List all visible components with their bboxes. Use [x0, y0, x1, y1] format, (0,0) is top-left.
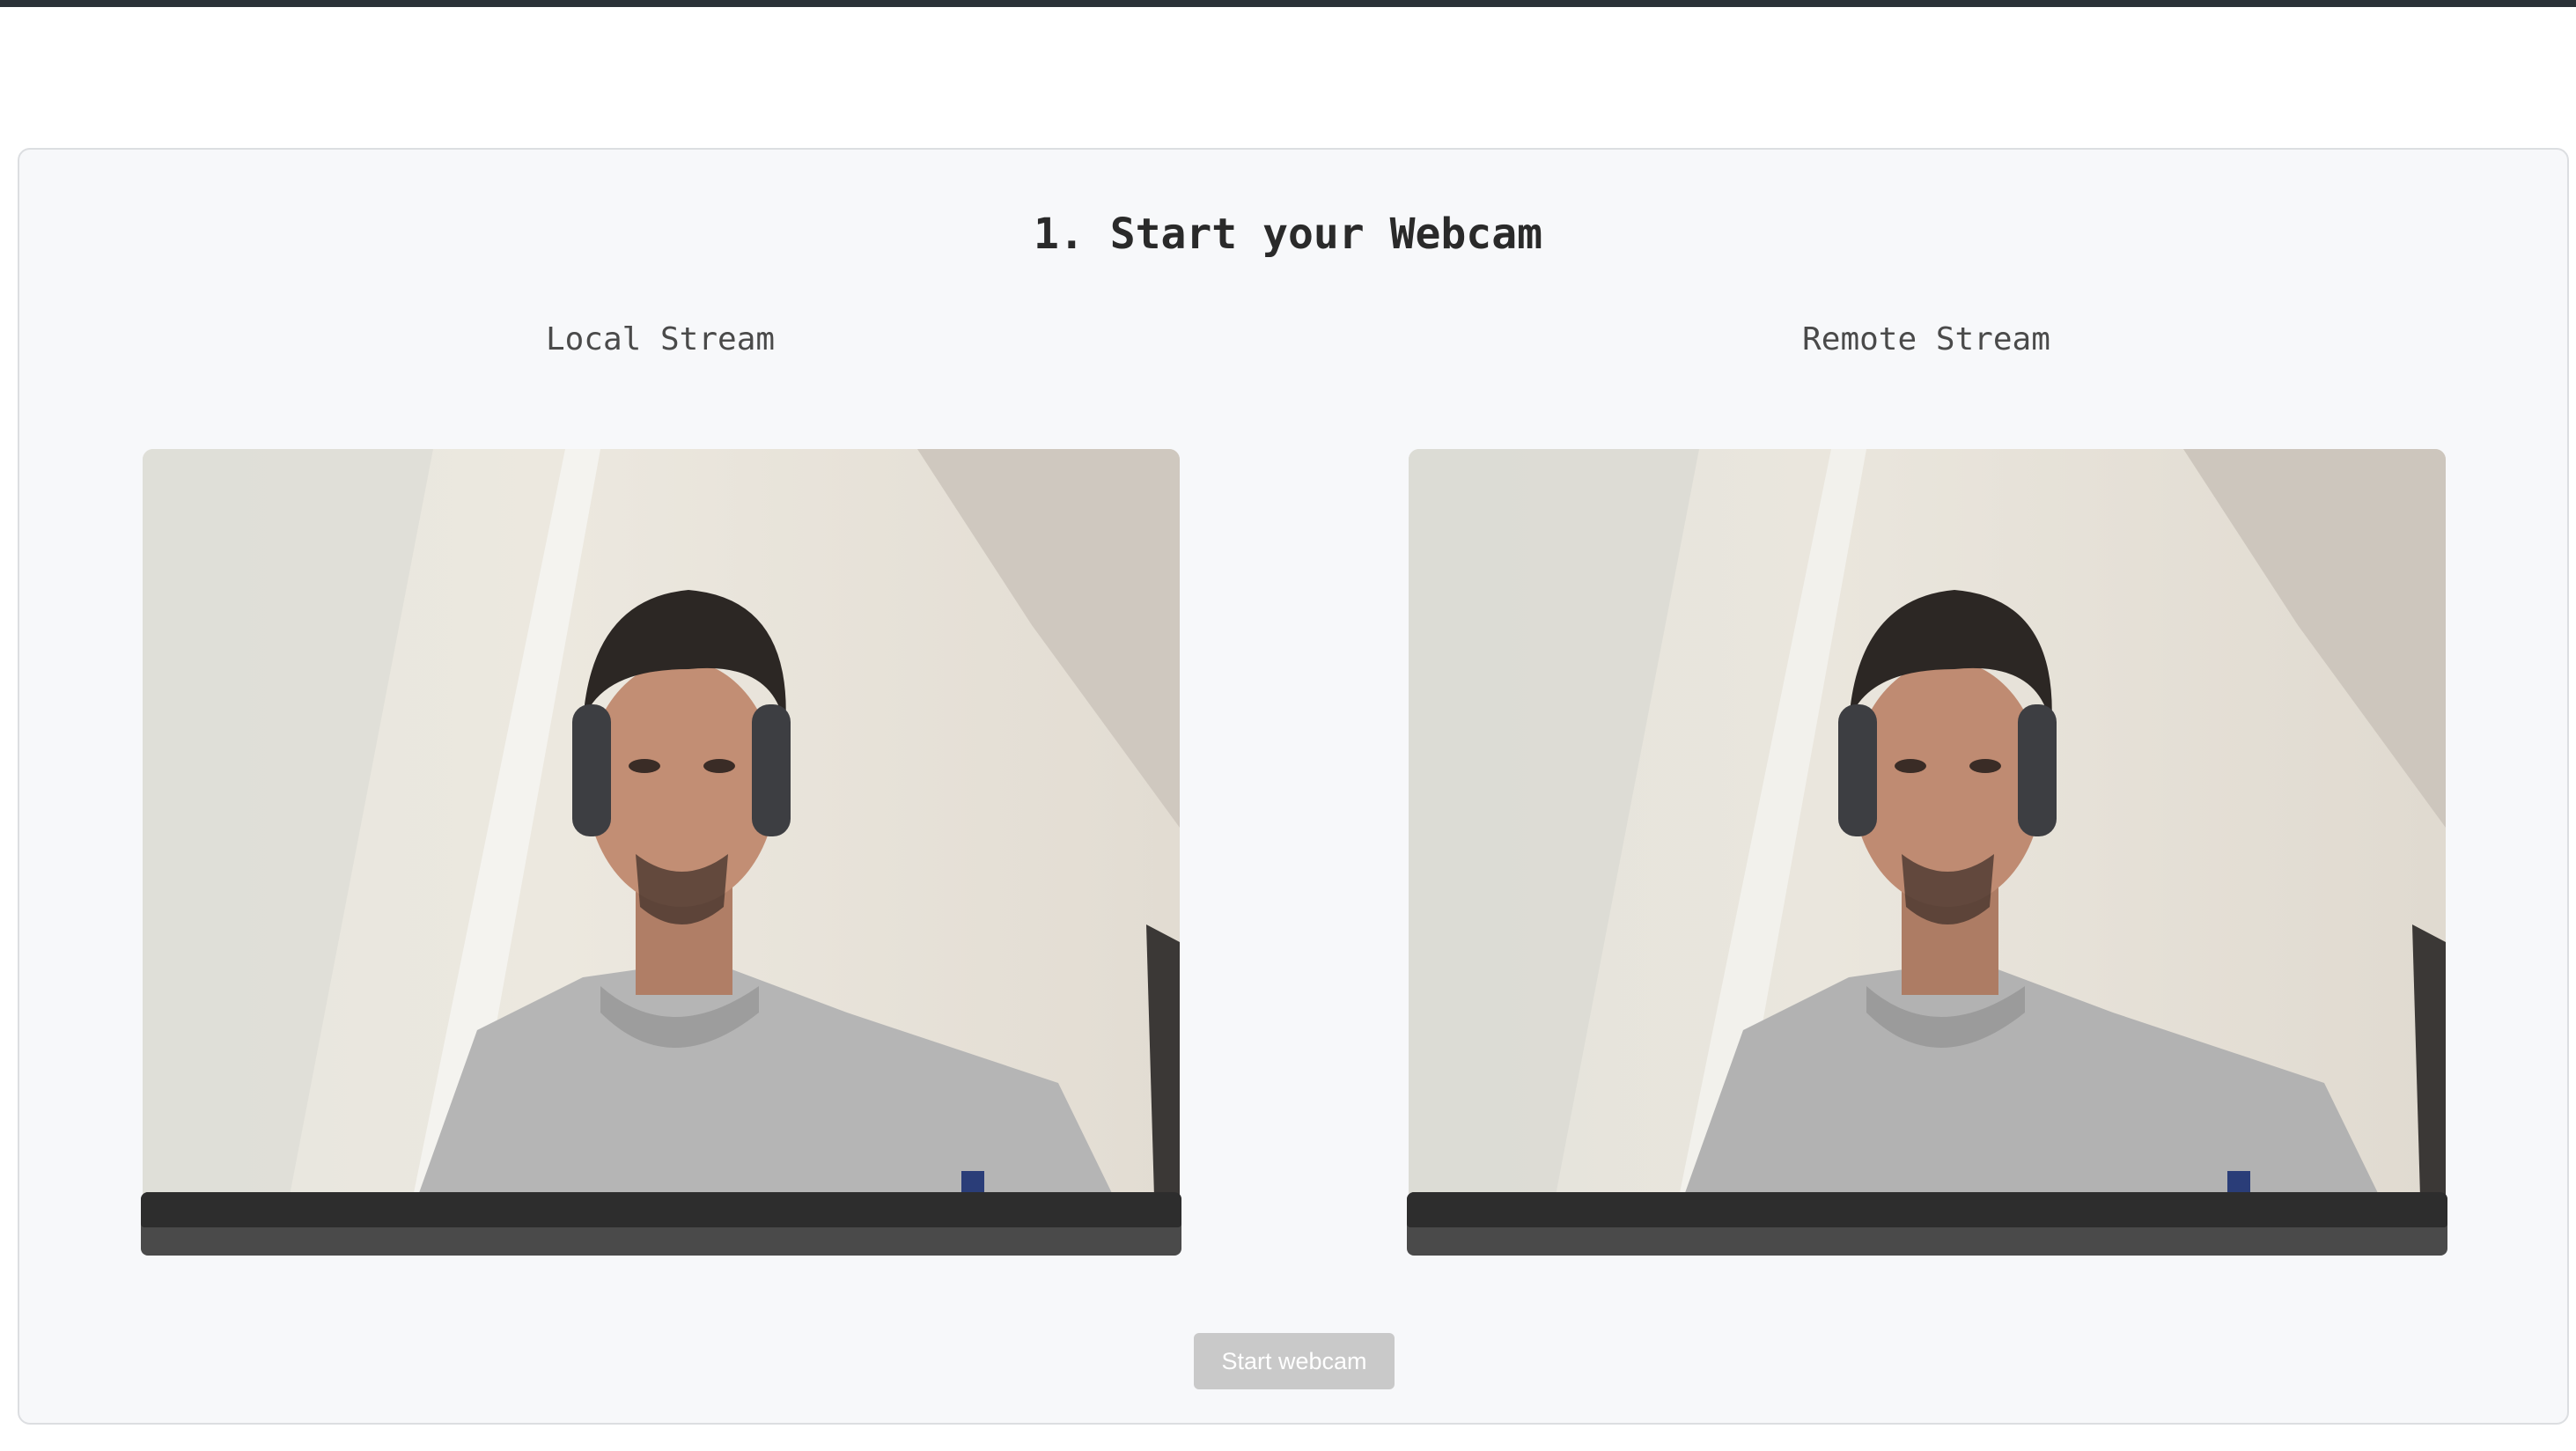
top-bar [0, 0, 2576, 7]
remote-stream-video[interactable] [1407, 449, 2447, 1256]
local-video-frame [143, 449, 1180, 1227]
remote-stream-label: Remote Stream [1802, 321, 2050, 357]
section-title: 1. Start your Webcam [1034, 210, 1542, 259]
local-stream-video[interactable] [141, 449, 1181, 1256]
remote-video-image [1409, 449, 2446, 1227]
local-video-controls[interactable] [141, 1192, 1181, 1256]
start-webcam-button[interactable]: Start webcam [1194, 1333, 1395, 1389]
remote-video-frame [1409, 449, 2446, 1227]
local-video-controls-track[interactable] [141, 1192, 1181, 1227]
local-stream-label: Local Stream [545, 321, 776, 357]
remote-video-controls[interactable] [1407, 1192, 2447, 1256]
local-video-image [143, 449, 1180, 1227]
remote-video-controls-track[interactable] [1407, 1192, 2447, 1227]
